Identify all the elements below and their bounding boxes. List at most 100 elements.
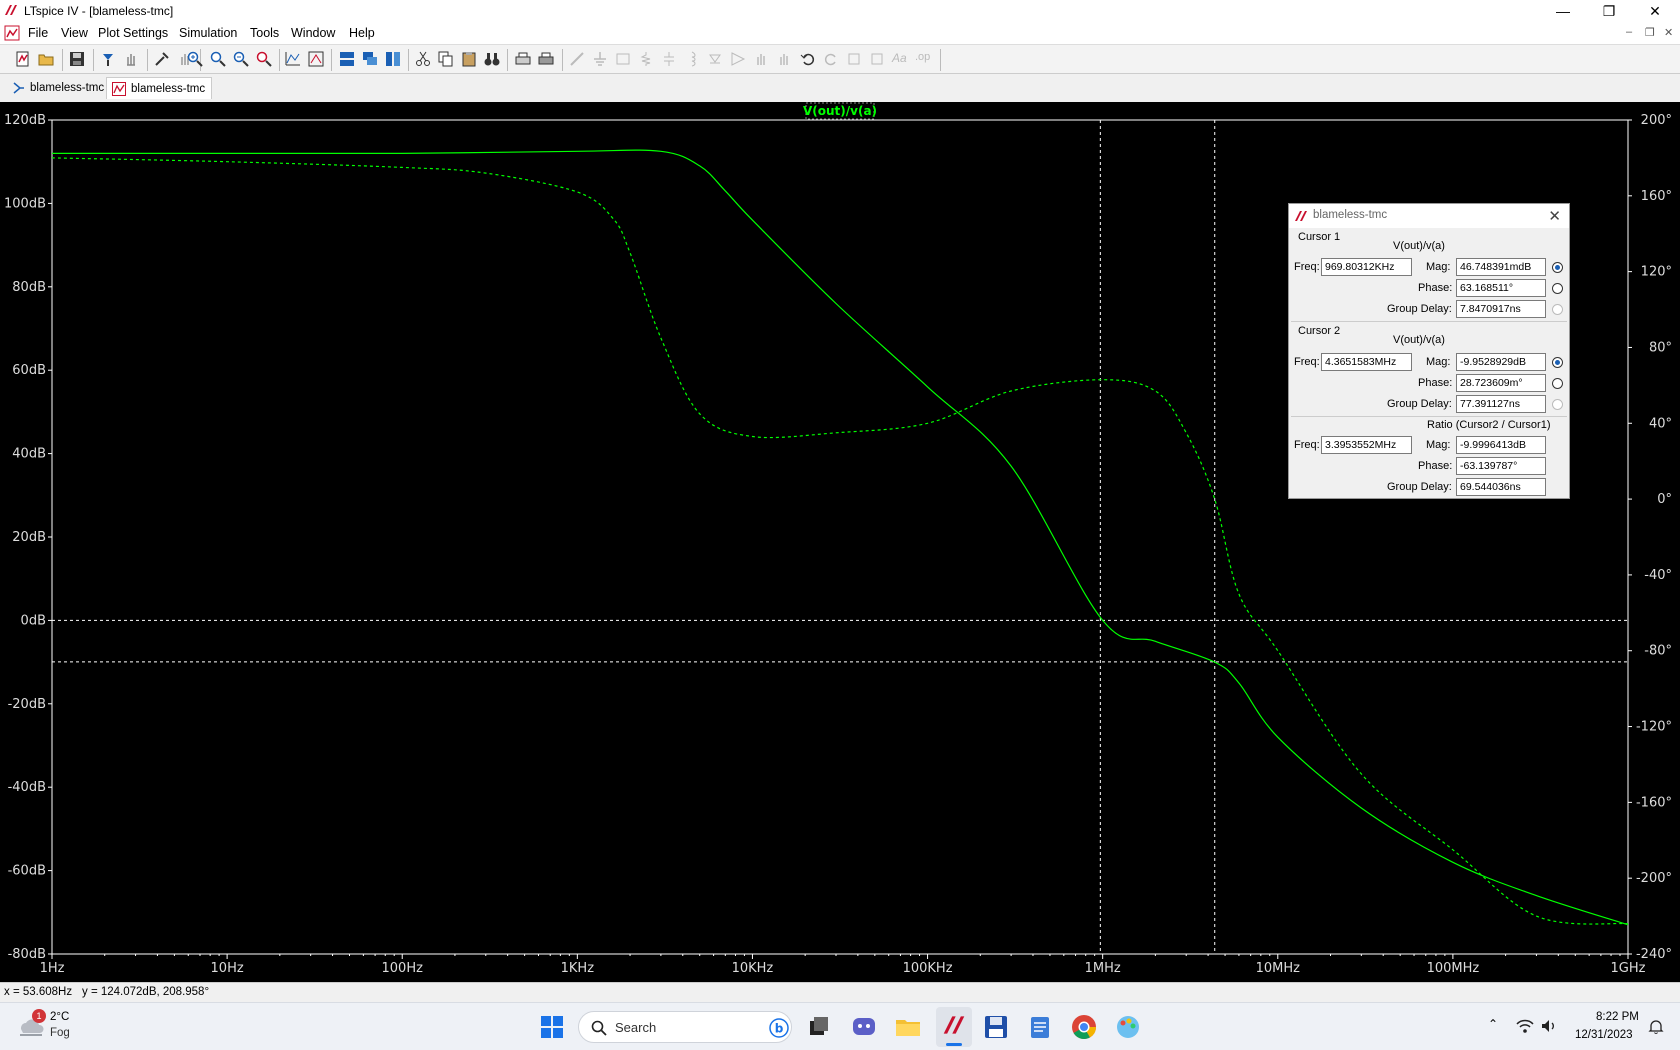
find-binoculars-icon[interactable] — [484, 51, 500, 67]
capacitor-icon — [664, 52, 674, 66]
cursor1-freq-field[interactable]: 969.80312KHz — [1321, 258, 1412, 276]
phase-tick-label: 200° — [1641, 113, 1672, 128]
menu-simulation[interactable]: Simulation — [179, 26, 237, 40]
window-title: LTspice IV - [blameless-tmc] — [24, 4, 174, 18]
search-icon — [591, 1020, 607, 1036]
weather-widget[interactable]: 1 2°C Fog — [16, 1009, 86, 1047]
cursor-panel-titlebar[interactable]: blameless-tmc ✕ — [1289, 204, 1569, 228]
menu-file[interactable]: File — [28, 26, 48, 40]
freq-tick-label: 1GHz — [1611, 961, 1646, 976]
menu-tools[interactable]: Tools — [250, 26, 279, 40]
cursor2-mag-field[interactable]: -9.9528929dB — [1456, 353, 1546, 371]
mag-tick-label: 20dB — [12, 530, 46, 545]
mag-tick-label: 0dB — [21, 613, 46, 628]
tab-schematic[interactable]: blameless-tmc — [6, 77, 110, 99]
cursor2-gd-radio[interactable] — [1552, 399, 1563, 410]
taskbar-search[interactable]: Search b — [578, 1011, 792, 1043]
fit-icon[interactable] — [308, 51, 324, 67]
zoom-fit-icon[interactable] — [256, 51, 272, 67]
paste-icon[interactable] — [461, 51, 477, 67]
cascade-icon[interactable] — [362, 51, 378, 67]
open-folder-icon[interactable] — [38, 51, 54, 67]
zoom-in-icon[interactable] — [187, 51, 203, 67]
cursor1-gd-radio[interactable] — [1552, 304, 1563, 315]
cursor1-phase-field[interactable]: 63.168511° — [1456, 279, 1546, 297]
cursor1-label: Cursor 1 — [1298, 231, 1341, 243]
close-icon[interactable]: ✕ — [1548, 207, 1561, 225]
autorange-icon[interactable] — [285, 51, 301, 67]
volume-icon[interactable] — [1540, 1018, 1558, 1034]
move-hand-icon — [757, 54, 765, 65]
menu-window[interactable]: Window — [291, 26, 335, 40]
copy-icon[interactable] — [438, 51, 454, 67]
save-icon[interactable] — [69, 51, 85, 67]
clock-date[interactable]: 12/31/2023 — [1575, 1029, 1633, 1041]
trace-label-box[interactable]: V(out)/v(a) — [803, 102, 877, 120]
windows-start-icon[interactable] — [538, 1013, 566, 1041]
ltspice-taskbar-button[interactable] — [936, 1007, 972, 1047]
text-icon: Aa — [892, 51, 907, 65]
menu-help[interactable]: Help — [349, 26, 375, 40]
mdi-close-icon[interactable]: ✕ — [1664, 26, 1673, 39]
new-schematic-icon[interactable] — [15, 51, 31, 67]
cut-icon[interactable] — [415, 51, 431, 67]
print-icon[interactable] — [538, 51, 554, 67]
mdi-document-icon[interactable] — [4, 25, 20, 41]
ltspice-icon — [943, 1016, 965, 1034]
control-panel-icon[interactable] — [100, 51, 116, 67]
cursor-readout-window[interactable]: blameless-tmc ✕ Cursor 1 V(out)/v(a) Fre… — [1288, 203, 1570, 499]
menu-plot-settings[interactable]: Plot Settings — [98, 26, 168, 40]
ratio-freq-field[interactable]: 3.3953552MHz — [1321, 436, 1412, 454]
teams-chat-icon[interactable] — [850, 1013, 878, 1041]
ratio-gd-field[interactable]: 69.544036ns — [1456, 478, 1546, 496]
cursor1-mag-radio[interactable] — [1552, 262, 1563, 273]
cursor1-phase-radio[interactable] — [1552, 283, 1563, 294]
search-placeholder: Search — [615, 1020, 657, 1035]
wifi-icon[interactable] — [1516, 1018, 1534, 1034]
weather-desc: Fog — [50, 1027, 70, 1039]
cursor2-gd-field[interactable]: 77.391127ns — [1456, 395, 1546, 413]
task-view-icon[interactable] — [805, 1013, 833, 1041]
status-bar: x = 53.608Hz y = 124.072dB, 208.958° — [0, 982, 1680, 1002]
cursor2-phase-label: Phase: — [1418, 377, 1453, 389]
paint-icon[interactable] — [1114, 1013, 1142, 1041]
zoom-out-icon[interactable] — [233, 51, 249, 67]
tile-horizontal-icon[interactable] — [339, 51, 355, 67]
tile-vertical-icon[interactable] — [385, 51, 401, 67]
chrome-icon[interactable] — [1070, 1013, 1098, 1041]
cursor2-mag-radio[interactable] — [1552, 357, 1563, 368]
pan-hand-icon[interactable] — [123, 51, 139, 67]
cursor2-phase-radio[interactable] — [1552, 378, 1563, 389]
print-preview-icon[interactable] — [515, 51, 531, 67]
mdi-restore-icon[interactable]: ❐ — [1645, 26, 1655, 39]
freq-tick-label: 100MHz — [1427, 961, 1480, 976]
cursor1-gd-field[interactable]: 7.8470917ns — [1456, 300, 1546, 318]
restore-button[interactable]: ❐ — [1586, 0, 1632, 22]
bing-icon[interactable]: b — [769, 1018, 789, 1038]
close-button[interactable]: ✕ — [1632, 0, 1678, 22]
cursor2-phase-field[interactable]: 28.723609m° — [1456, 374, 1546, 392]
cursor1-expr: V(out)/v(a) — [1393, 240, 1445, 252]
undo-icon[interactable] — [800, 51, 816, 67]
phase-tick-label: -160° — [1636, 795, 1672, 810]
notification-bell-icon[interactable] — [1648, 1019, 1664, 1035]
cursor2-freq-field[interactable]: 4.3651583MHz — [1321, 353, 1412, 371]
mag-tick-label: -80dB — [8, 947, 46, 962]
tab-waveform[interactable]: blameless-tmc — [106, 77, 213, 99]
zoom-back-icon[interactable] — [210, 51, 226, 67]
cursor1-mag-field[interactable]: 46.748391mdB — [1456, 258, 1546, 276]
freq-tick-label: 1Hz — [40, 961, 65, 976]
tray-overflow-icon[interactable]: ⌃ — [1488, 1017, 1498, 1031]
clock-time[interactable]: 8:22 PM — [1596, 1011, 1639, 1023]
mdi-minimize-icon[interactable]: – — [1626, 26, 1632, 38]
notepad-icon[interactable] — [1026, 1013, 1054, 1041]
run-simulation-icon[interactable] — [154, 51, 170, 67]
minimize-button[interactable]: — — [1540, 0, 1586, 22]
trace-label[interactable]: V(out)/v(a) — [803, 104, 877, 118]
menu-view[interactable]: View — [61, 26, 88, 40]
inductor-icon — [691, 51, 696, 67]
floppy-save-app-icon[interactable] — [982, 1013, 1010, 1041]
ratio-phase-field[interactable]: -63.139787° — [1456, 457, 1546, 475]
file-explorer-icon[interactable] — [894, 1013, 922, 1041]
ratio-mag-field[interactable]: -9.9996413dB — [1456, 436, 1546, 454]
